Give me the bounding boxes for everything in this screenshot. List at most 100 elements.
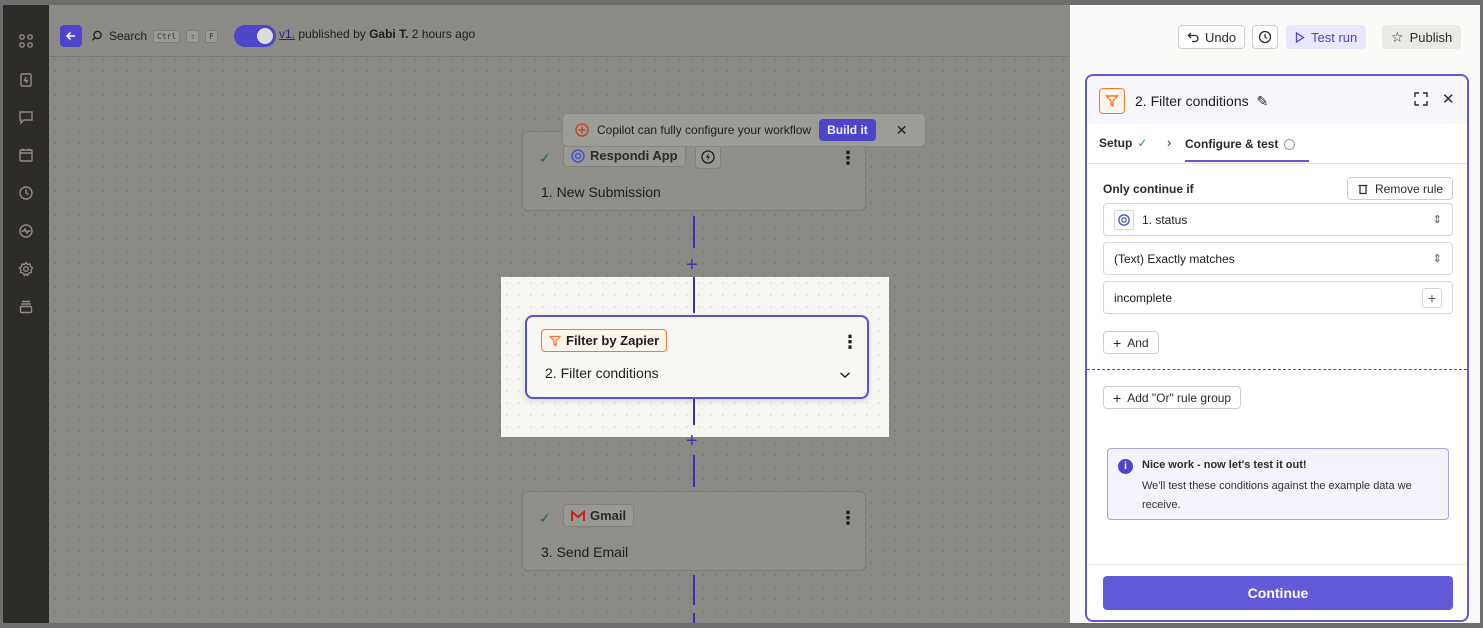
rule-value-input[interactable]: incomplete +	[1103, 281, 1453, 314]
tab-configure-test[interactable]: Configure & test	[1185, 128, 1310, 162]
filter-icon	[549, 335, 561, 347]
app-name: Filter by Zapier	[566, 333, 660, 348]
step-title: 2. Filter conditions	[545, 365, 659, 381]
edit-pencil-icon[interactable]: ✎	[1257, 93, 1269, 109]
rule-operator-value: (Text) Exactly matches	[1114, 251, 1235, 266]
step-config-panel: 2. Filter conditions ✎ ✕ Setup ✓ › Confi…	[1085, 74, 1469, 622]
star-icon: ☆	[1391, 28, 1404, 45]
left-sidebar	[3, 5, 49, 623]
apps-grid-icon[interactable]	[17, 32, 35, 50]
build-it-button[interactable]: Build it	[819, 119, 876, 141]
info-body: We'll test these conditions against the …	[1142, 480, 1412, 511]
version-info: v1. published by Gabi T. 2 hours ago	[279, 27, 475, 41]
connector-line	[693, 216, 695, 248]
only-continue-label: Only continue if	[1103, 182, 1194, 196]
select-arrows-icon: ⇕	[1432, 253, 1442, 265]
divider	[1087, 369, 1467, 370]
step-menu-icon[interactable]: ⋮	[841, 333, 859, 351]
search-label: Search	[109, 29, 148, 43]
chat-icon[interactable]	[17, 108, 35, 126]
shortcut-key: ⇧	[186, 29, 200, 43]
step-title: 1. New Submission	[541, 184, 661, 200]
author-name: Gabi T.	[369, 27, 409, 41]
panel-tabs: Setup ✓ › Configure & test	[1087, 128, 1467, 164]
lightning-icon	[701, 150, 715, 164]
expand-icon[interactable]	[1414, 92, 1428, 111]
info-title: Nice work - now let's test it out!	[1142, 459, 1307, 471]
undo-button[interactable]: Undo	[1178, 25, 1246, 49]
continue-button[interactable]: Continue	[1103, 576, 1453, 610]
chevron-down-icon[interactable]	[839, 367, 851, 385]
arrow-left-icon	[65, 31, 75, 41]
rule-field-select[interactable]: 1. status ⇕	[1103, 203, 1453, 236]
add-step-plus-icon[interactable]: +	[686, 431, 698, 451]
zap-file-icon[interactable]	[17, 71, 35, 89]
rule-value: incomplete	[1114, 290, 1173, 305]
pending-circle-icon	[1284, 138, 1296, 150]
publish-button[interactable]: ☆ Publish	[1382, 25, 1462, 49]
rule-field-value: 1. status	[1142, 212, 1188, 227]
copilot-banner: Copilot can fully configure your workflo…	[562, 113, 926, 147]
copilot-text: Copilot can fully configure your workflo…	[597, 123, 812, 137]
plus-icon: +	[1113, 389, 1122, 406]
activity-icon[interactable]	[17, 222, 35, 240]
app-chip: Filter by Zapier	[541, 329, 668, 352]
step-card-3[interactable]: ✓ Gmail ⋮ 3. Send Email	[522, 491, 866, 571]
check-icon: ✓	[539, 150, 551, 166]
published-time: 2 hours ago	[411, 27, 476, 41]
plus-icon: +	[1113, 334, 1122, 351]
app-chip: Gmail	[563, 504, 635, 527]
history-button[interactable]	[1252, 25, 1278, 49]
back-button[interactable]	[60, 25, 82, 47]
copilot-sparkle-icon	[575, 123, 589, 137]
calendar-icon[interactable]	[17, 146, 35, 164]
chevron-right-icon: ›	[1167, 135, 1172, 150]
app-name: Respondi App	[590, 148, 678, 163]
layers-icon[interactable]	[17, 298, 35, 316]
step-title: 3. Send Email	[541, 544, 629, 560]
connector-line	[693, 613, 695, 623]
respondi-logo-icon	[1114, 209, 1134, 230]
add-and-button[interactable]: + And	[1103, 331, 1159, 354]
rule-operator-select[interactable]: (Text) Exactly matches ⇕	[1103, 242, 1453, 275]
step-menu-icon[interactable]: ⋮	[839, 149, 857, 167]
step-card-2[interactable]: Filter by Zapier ⋮ 2. Filter conditions	[525, 315, 869, 399]
zap-on-toggle[interactable]	[234, 25, 276, 47]
toggle-knob	[257, 28, 273, 44]
close-icon[interactable]: ✕	[896, 122, 908, 139]
close-panel-icon[interactable]: ✕	[1442, 90, 1455, 108]
settings-gear-icon[interactable]	[17, 260, 35, 278]
gmail-logo-icon	[571, 509, 585, 521]
undo-icon	[1187, 32, 1199, 43]
connector-line	[693, 455, 695, 487]
shortcut-key: F	[205, 29, 218, 43]
step-menu-icon[interactable]: ⋮	[839, 509, 857, 527]
or-group-label: Add "Or" rule group	[1127, 390, 1232, 405]
insert-data-plus-icon[interactable]: +	[1422, 287, 1442, 308]
play-icon	[1295, 31, 1305, 43]
connector-line	[693, 575, 695, 605]
shortcut-key: Ctrl	[153, 29, 181, 43]
search-button[interactable]: Search Ctrl ⇧ F	[91, 26, 218, 46]
tab-setup[interactable]: Setup ✓	[1099, 136, 1147, 150]
remove-rule-button[interactable]: Remove rule	[1347, 177, 1454, 200]
panel-title-text: 2. Filter conditions	[1135, 93, 1249, 109]
published-prefix: published by	[298, 27, 366, 41]
version-link[interactable]: v1.	[279, 27, 295, 41]
tab-label: Configure & test	[1185, 137, 1279, 151]
add-step-plus-icon[interactable]: +	[686, 255, 698, 275]
publish-label: Publish	[1409, 29, 1453, 45]
version-history-icon	[1258, 30, 1272, 44]
add-or-group-button[interactable]: + Add "Or" rule group	[1103, 386, 1242, 409]
tab-label: Setup	[1099, 136, 1133, 150]
editor-topbar: Search Ctrl ⇧ F v1. published by Gabi T.…	[49, 5, 1070, 57]
info-callout: i Nice work - now let's test it out! We'…	[1107, 448, 1449, 520]
panel-header: 2. Filter conditions ✎ ✕	[1087, 76, 1467, 124]
select-arrows-icon: ⇕	[1432, 214, 1442, 226]
test-run-button[interactable]: Test run	[1286, 25, 1367, 49]
info-icon: i	[1118, 459, 1133, 474]
and-label: And	[1127, 335, 1149, 350]
history-clock-icon[interactable]	[17, 184, 35, 202]
trash-icon	[1358, 184, 1368, 194]
connector-line	[693, 399, 695, 425]
